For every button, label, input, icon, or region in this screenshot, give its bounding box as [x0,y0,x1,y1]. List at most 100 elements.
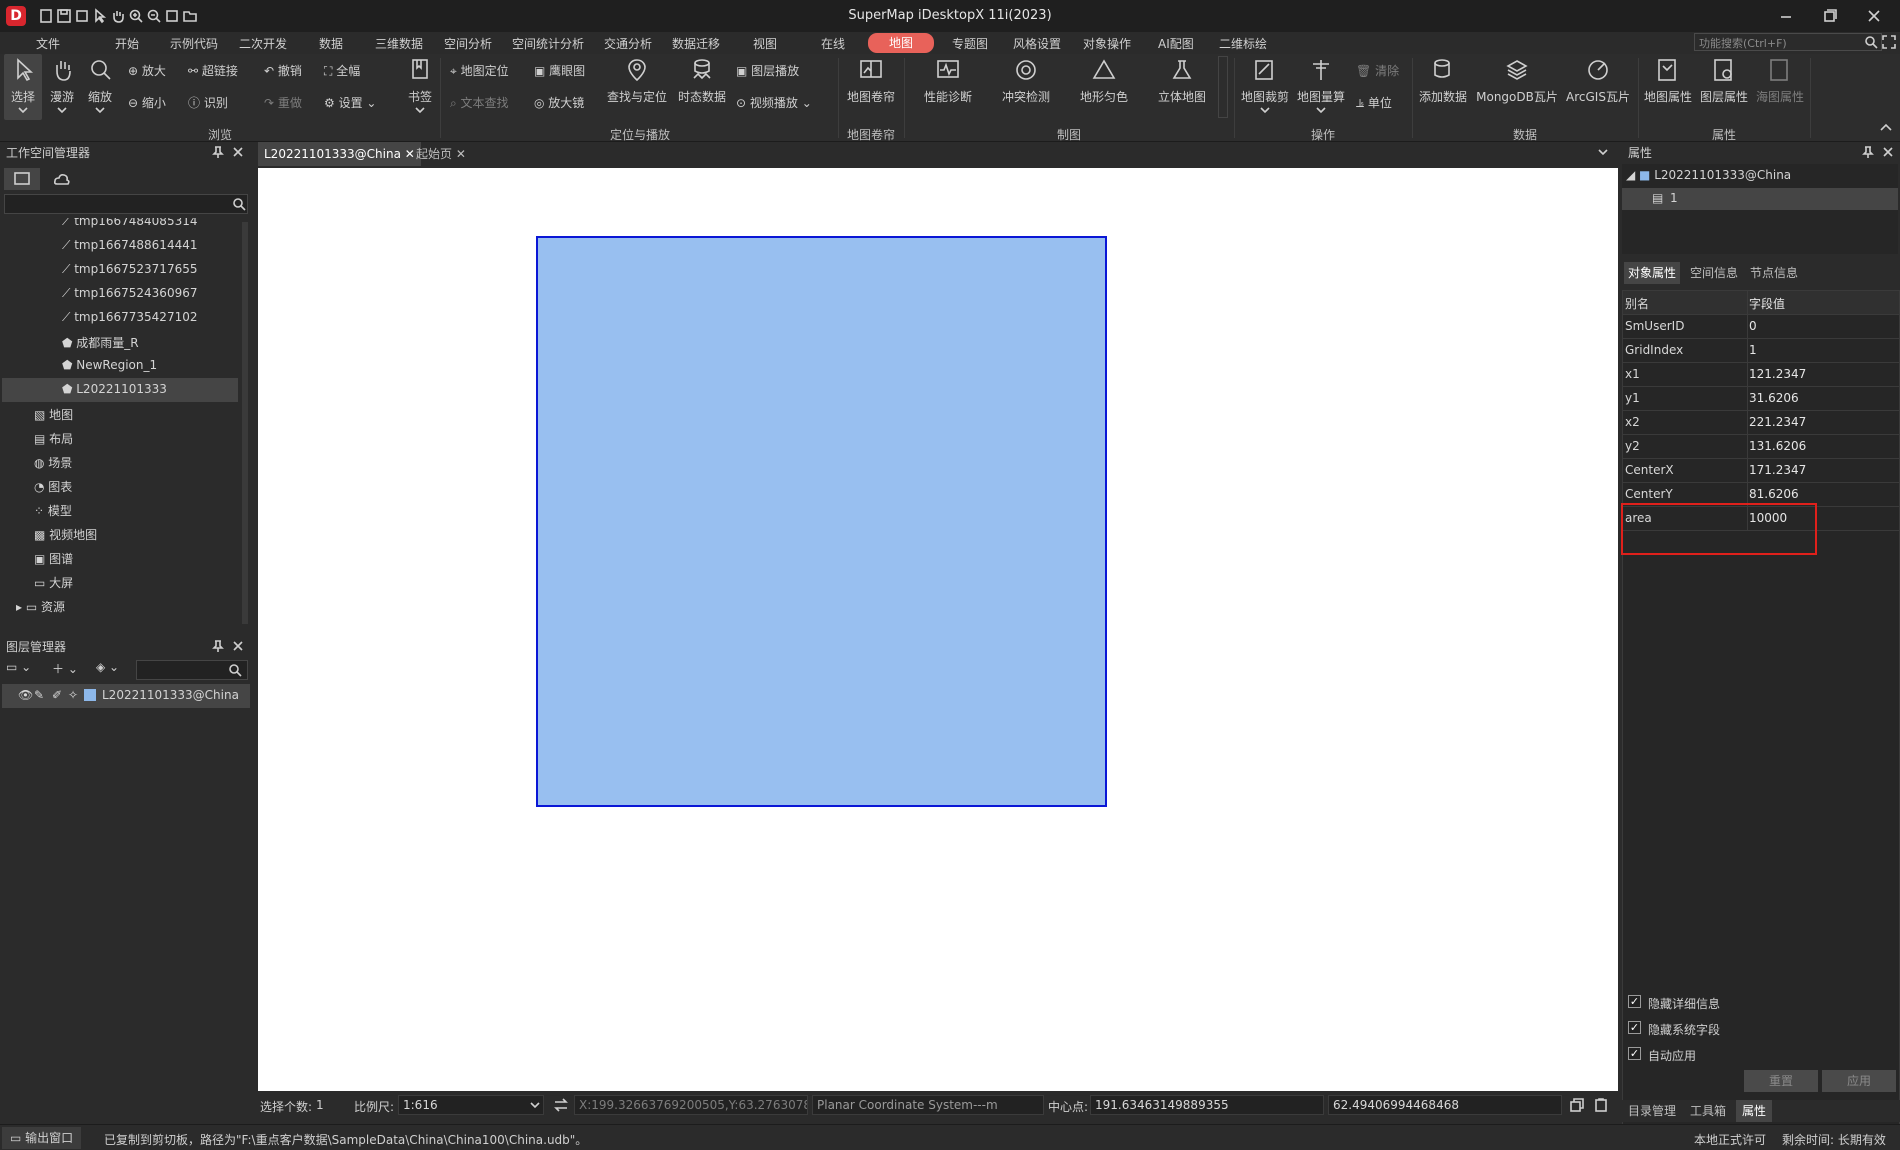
close-panel-icon[interactable] [232,145,244,159]
tree-item-dataset[interactable]: ⬟ 成都雨量_R [62,334,139,351]
undo-button[interactable]: ↶ 撤销 [264,62,302,79]
field-value[interactable]: 121.2347 [1749,367,1806,381]
tree-item-dataset[interactable]: ⟋ tmp1667523717655 [62,262,197,277]
menu-migration[interactable]: 数据迁移 [672,35,720,52]
close-window-icon[interactable] [1856,4,1892,28]
tree-node-charts[interactable]: ◔ 图表 [34,478,72,495]
selection-dataset-node[interactable]: ◢ ■ L20221101333@China [1626,168,1791,182]
swap-icon[interactable] [554,1098,568,1112]
function-search-input[interactable]: 功能搜索(Ctrl+F) [1694,33,1882,51]
tree-node-graphs[interactable]: ▣ 图谱 [34,550,73,567]
chevron-down-icon[interactable] [530,1101,540,1109]
close-panel-icon[interactable] [1882,145,1894,159]
search-icon[interactable] [1864,35,1878,49]
tree-node-models[interactable]: ⁘ 模型 [34,502,72,519]
map-locate-button[interactable]: ⌖ 地图定位 [450,62,509,79]
identify-button[interactable]: ⓘ 识别 [188,94,228,111]
scale-combobox[interactable]: 1:616 [398,1095,544,1115]
field-value[interactable]: 81.6206 [1749,487,1799,501]
apply-button[interactable]: 应用 [1822,1070,1896,1092]
layer-style-dropdown[interactable]: ◈ ⌄ [96,660,119,674]
tree-item-dataset[interactable]: ⟋ tmp1667524360967 [62,286,197,301]
center-x-input[interactable]: 191.63463149889355 [1090,1095,1324,1115]
snap-icon[interactable]: ✧ [68,688,78,702]
reset-button[interactable]: 重置 [1744,1070,1818,1092]
field-value[interactable]: 31.6206 [1749,391,1799,405]
tab-catalog[interactable]: 目录管理 [1624,1100,1680,1122]
new-file-icon[interactable] [38,8,54,24]
magnifier-button[interactable]: ◎ 放大镜 [534,94,584,111]
tree-node-resources[interactable]: ▸ ▭ 资源 [16,598,65,615]
tree-item-dataset[interactable]: ⟋ tmp1667488614441 [62,238,197,253]
menu-online[interactable]: 在线 [821,35,845,52]
menu-3d-data[interactable]: 三维数据 [375,35,423,52]
eagle-eye-button[interactable]: ▣ 鹰眼图 [534,62,585,79]
ribbon-gallery-scroll[interactable] [1218,56,1228,118]
find-locate-button[interactable]: 查找与定位 [604,54,670,120]
tree-node-layouts[interactable]: ▤ 布局 [34,430,73,447]
restore-icon[interactable] [1812,4,1848,28]
map-clip-button[interactable]: 地图裁剪 [1236,54,1294,120]
cloud-workspace-tab[interactable] [44,168,80,190]
layer-row[interactable]: 👁 ✎ ✐ ✧ L20221101333@China [2,684,250,708]
attribute-row[interactable]: x2 221.2347 [1623,411,1899,435]
menu-spatial-stats[interactable]: 空间统计分析 [512,35,584,52]
checkbox-checked[interactable]: ✓ [1628,995,1641,1008]
tab-object-attributes[interactable]: 对象属性 [1624,262,1681,284]
menu-ai-map[interactable]: AI配图 [1158,35,1194,52]
layer-properties-button[interactable]: 图层属性 [1696,54,1752,120]
video-play-button[interactable]: ⊙ 视频播放 ⌄ [736,94,812,111]
zoom-in-button[interactable]: ⊕ 放大 [128,62,166,79]
zoom-out-icon[interactable] [146,8,162,24]
tree-item-dataset[interactable]: ⟋ tmp1667484085314 [62,218,197,229]
menu-plotting[interactable]: 二维标绘 [1219,35,1267,52]
tree-node-video-maps[interactable]: ▩ 视频地图 [34,526,97,543]
attribute-row[interactable]: SmUserID 0 [1623,315,1899,339]
attribute-row[interactable]: x1 121.2347 [1623,363,1899,387]
option-hide-details[interactable]: ✓ 隐藏详细信息 [1628,994,1848,1012]
hyperlink-button[interactable]: ⚯ 超链接 [188,62,238,79]
menu-data[interactable]: 数据 [319,35,343,52]
menu-dev[interactable]: 二次开发 [239,35,287,52]
attribute-row[interactable]: y1 31.6206 [1623,387,1899,411]
menu-map[interactable]: 地图 [868,33,934,53]
save-all-icon[interactable] [74,8,90,24]
pointer-icon[interactable] [92,8,108,24]
center-y-input[interactable]: 62.49406994468468 [1328,1095,1562,1115]
tab-map-document[interactable]: L20221101333@China ✕ [258,142,421,166]
selected-region-feature[interactable] [536,236,1107,807]
visibility-eye-icon[interactable]: 👁 [18,688,33,702]
pin-icon[interactable] [212,145,224,159]
map-scroll-button[interactable]: 地图卷帘 [842,54,900,120]
local-workspace-tab[interactable] [4,168,40,190]
field-value[interactable]: 131.6206 [1749,439,1806,453]
menu-file[interactable]: 文件 [36,35,60,52]
zoom-out-button[interactable]: ⊖ 缩小 [128,94,166,111]
pan-button[interactable]: 漫游 [44,54,80,120]
hand-icon[interactable] [110,8,126,24]
selection-record-node[interactable]: ▤ 1 [1622,188,1898,210]
add-data-button[interactable]: 添加数据 [1414,54,1472,120]
mongodb-tile-button[interactable]: MongoDB瓦片 [1474,54,1560,120]
settings-button[interactable]: ⚙ 设置 ⌄ [324,94,376,111]
search-icon[interactable] [228,663,242,677]
copy-icon[interactable] [1570,1098,1584,1112]
tab-start-page[interactable]: 起始页 ✕ [410,142,472,166]
conflict-detect-button[interactable]: 冲突检测 [988,54,1064,120]
tab-spatial-info[interactable]: 空间信息 [1686,262,1742,284]
close-panel-icon[interactable] [232,639,244,653]
field-value[interactable]: 1 [1749,343,1757,357]
redo-button[interactable]: ↷ 重做 [264,94,302,111]
map-canvas[interactable] [258,168,1618,1091]
menu-start[interactable]: 开始 [115,35,139,52]
tab-node-info[interactable]: 节点信息 [1746,262,1802,284]
menu-sample-code[interactable]: 示例代码 [170,35,218,52]
clear-button[interactable]: 🗑 清除 [1356,62,1399,79]
menu-spatial-analysis[interactable]: 空间分析 [444,35,492,52]
tab-properties[interactable]: 属性 [1736,1100,1773,1122]
output-window-tab[interactable]: ▭ 输出窗口 [2,1127,82,1149]
checkbox-checked[interactable]: ✓ [1628,1021,1641,1034]
open-folder-icon[interactable] [182,8,198,24]
chart-properties-button[interactable]: 海图属性 [1752,54,1808,120]
editable-icon[interactable]: ✐ [52,688,62,702]
